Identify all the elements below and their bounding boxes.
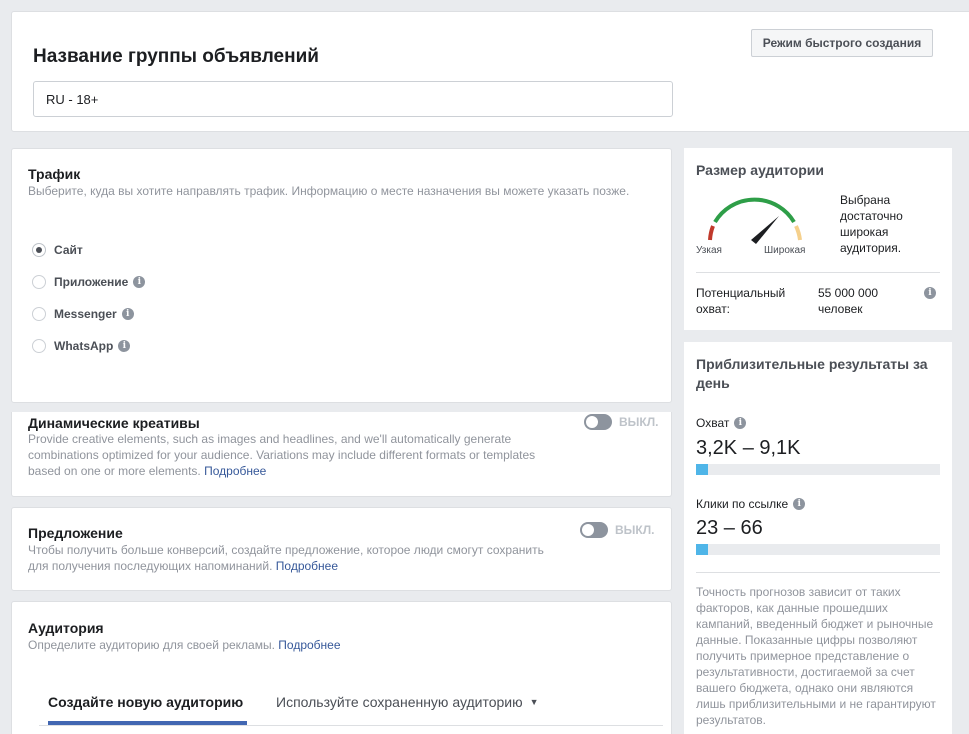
- audience-status-text: Выбрана достаточно широкая аудитория.: [840, 193, 903, 255]
- learn-more-link[interactable]: Подробнее: [204, 464, 266, 478]
- info-icon[interactable]: i: [118, 340, 131, 352]
- option-label: Messenger: [54, 307, 117, 321]
- divider: [696, 272, 940, 273]
- option-label: Приложение: [54, 275, 129, 289]
- traffic-section: Трафик Выберите, куда вы хотите направля…: [11, 148, 672, 403]
- info-icon[interactable]: i: [121, 308, 134, 320]
- traffic-title: Трафик: [28, 166, 81, 182]
- info-icon[interactable]: i: [924, 287, 936, 299]
- potential-reach-value: 55 000 000 человек: [818, 286, 879, 316]
- tab-saved-audience[interactable]: Используйте сохраненную аудиторию ▼: [276, 694, 539, 710]
- link-clicks-progress-bar: [696, 544, 940, 555]
- link-clicks-progress-fill: [696, 544, 709, 555]
- audience-size-title: Размер аудитории: [696, 162, 825, 178]
- gauge-narrow-segment: [708, 225, 715, 241]
- reach-progress-bar: [696, 464, 940, 475]
- audience-description: Определите аудиторию для своей рекламы. …: [28, 638, 341, 652]
- learn-more-link[interactable]: Подробнее: [276, 559, 338, 573]
- offer-description: Чтобы получить больше конверсий, создайт…: [28, 543, 544, 573]
- estimate-disclaimer: Точность прогнозов зависит от таких факт…: [696, 585, 936, 727]
- gauge-ok-segment: [713, 197, 796, 224]
- learn-more-link[interactable]: Подробнее: [278, 638, 340, 652]
- ad-set-name-input[interactable]: [33, 81, 673, 117]
- dynamic-creative-toggle[interactable]: ВЫКЛ.: [584, 414, 659, 430]
- reach-progress-fill: [696, 464, 709, 475]
- divider: [696, 572, 940, 573]
- audience-section: Аудитория Определите аудиторию для своей…: [11, 601, 672, 734]
- caret-down-icon: ▼: [529, 697, 539, 707]
- tab-create-new-audience[interactable]: Создайте новую аудиторию: [48, 694, 243, 710]
- option-label: WhatsApp: [54, 339, 114, 353]
- radio-button[interactable]: [32, 339, 46, 353]
- reach-value: 3,2K – 9,1K: [696, 437, 801, 459]
- offer-section: Предложение Чтобы получить больше конвер…: [11, 507, 672, 591]
- potential-reach-label: Потенциальный охват:: [696, 286, 786, 316]
- dynamic-creative-section: Динамические креативы Provide creative e…: [11, 412, 672, 497]
- quick-creation-mode-button[interactable]: Режим быстрого создания: [751, 29, 933, 57]
- radio-button[interactable]: [32, 275, 46, 289]
- traffic-option-app[interactable]: Приложение i: [32, 275, 146, 289]
- gauge-narrow-label: Узкая: [696, 245, 722, 256]
- option-label: Сайт: [54, 243, 83, 257]
- info-icon[interactable]: i: [793, 498, 806, 510]
- traffic-option-whatsapp[interactable]: WhatsApp i: [32, 339, 131, 353]
- toggle-switch[interactable]: [584, 414, 612, 430]
- reach-label: Охват i: [696, 416, 747, 430]
- estimated-results-title: Приблизительные результаты за день: [696, 356, 928, 391]
- radio-button[interactable]: [32, 307, 46, 321]
- info-icon[interactable]: i: [734, 417, 747, 429]
- info-icon[interactable]: i: [133, 276, 146, 288]
- audience-tabs: Создайте новую аудиторию Используйте сох…: [39, 682, 663, 726]
- offer-title: Предложение: [28, 525, 123, 541]
- dynamic-creative-description: Provide creative elements, such as image…: [28, 432, 536, 478]
- gauge-wide-segment: [794, 225, 802, 241]
- toggle-label: ВЫКЛ.: [619, 415, 659, 429]
- offer-toggle[interactable]: ВЫКЛ.: [580, 522, 655, 538]
- traffic-option-website[interactable]: Сайт: [32, 243, 83, 257]
- link-clicks-label: Клики по ссылке i: [696, 497, 806, 511]
- dynamic-creative-title: Динамические креативы: [28, 415, 200, 431]
- traffic-description: Выберите, куда вы хотите направлять траф…: [28, 184, 630, 198]
- page-title: Название группы объявлений: [33, 46, 319, 67]
- gauge-wide-label: Широкая: [764, 245, 806, 256]
- gauge-needle: [751, 216, 779, 244]
- estimated-results-panel: Приблизительные результаты за день Охват…: [684, 342, 952, 734]
- link-clicks-value: 23 – 66: [696, 517, 763, 539]
- audience-size-panel: Размер аудитории Узкая Широкая Выбрана д…: [684, 148, 952, 330]
- toggle-switch[interactable]: [580, 522, 608, 538]
- traffic-option-messenger[interactable]: Messenger i: [32, 307, 134, 321]
- radio-button[interactable]: [32, 243, 46, 257]
- ad-set-name-card: Название группы объявлений Режим быстрог…: [11, 11, 969, 132]
- toggle-label: ВЫКЛ.: [615, 523, 655, 537]
- active-tab-indicator: [48, 721, 247, 725]
- audience-title: Аудитория: [28, 620, 104, 636]
